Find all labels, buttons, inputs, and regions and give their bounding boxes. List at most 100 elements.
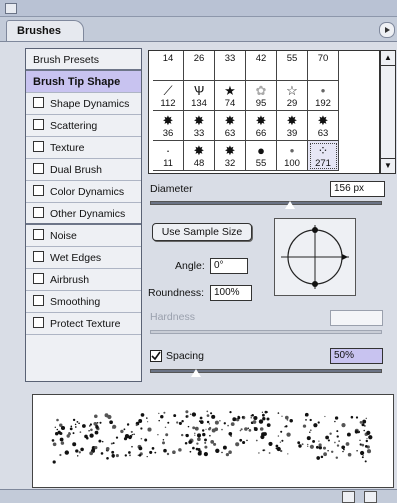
- sidebar-item-label: Shape Dynamics: [50, 98, 130, 110]
- sidebar-item-shape-dynamics[interactable]: Shape Dynamics: [26, 93, 141, 115]
- preview-dot: [366, 449, 372, 454]
- sidebar-item-dual-brush[interactable]: Dual Brush: [26, 159, 141, 181]
- preview-dot: [188, 440, 193, 444]
- preview-dot: [246, 439, 248, 442]
- roundness-field[interactable]: 100%: [210, 285, 252, 301]
- preview-dot: [325, 435, 329, 440]
- sidebar-item-noise[interactable]: Noise: [26, 225, 141, 247]
- option-checkbox[interactable]: [33, 295, 44, 306]
- option-checkbox[interactable]: [33, 141, 44, 152]
- preview-dot: [99, 421, 102, 424]
- checkmark-icon: [151, 351, 161, 361]
- preview-dot: [124, 434, 130, 439]
- sidebar-item-scattering[interactable]: Scattering: [26, 115, 141, 137]
- brush-preset-cell[interactable]: ⟋ 112: [153, 81, 184, 111]
- tab-brushes[interactable]: Brushes: [6, 20, 84, 41]
- sidebar-item-texture[interactable]: Texture: [26, 137, 141, 159]
- sidebar-item-label: Brush Presets: [33, 54, 99, 66]
- brush-preset-cell[interactable]: ★ 74: [215, 81, 246, 111]
- sidebar-item-brush-presets[interactable]: Brush Presets: [26, 49, 141, 71]
- diameter-slider-track[interactable]: [150, 201, 382, 205]
- option-checkbox[interactable]: [33, 119, 44, 130]
- trash-icon[interactable]: [364, 491, 377, 503]
- spacing-slider-thumb[interactable]: [191, 369, 201, 377]
- preview-dot: [368, 435, 373, 440]
- scatter-icon: ✸: [224, 113, 236, 128]
- bottom-bar: [0, 489, 397, 503]
- diameter-field[interactable]: 156 px: [330, 181, 385, 197]
- preview-dot: [262, 413, 265, 417]
- brush-preset-cell[interactable]: 42: [246, 51, 277, 81]
- brush-preset-cell[interactable]: ☆ 29: [277, 81, 308, 111]
- brush-preset-cell[interactable]: 26: [184, 51, 215, 81]
- preview-dot: [94, 430, 99, 435]
- brush-preset-cell[interactable]: ✸ 39: [277, 111, 308, 141]
- option-checkbox[interactable]: [33, 251, 44, 262]
- sidebar-item-airbrush[interactable]: Airbrush: [26, 269, 141, 291]
- preview-dot: [101, 440, 104, 443]
- option-checkbox[interactable]: [33, 97, 44, 108]
- scroll-up-icon[interactable]: ▲: [381, 51, 395, 66]
- brush-preset-cell[interactable]: ✸ 63: [308, 111, 339, 141]
- preview-dot: [106, 456, 109, 460]
- option-checkbox[interactable]: [33, 273, 44, 284]
- angle-field[interactable]: 0°: [210, 258, 248, 274]
- option-checkbox[interactable]: [33, 207, 44, 218]
- scroll-down-icon[interactable]: ▼: [381, 158, 395, 173]
- brush-preset-cell[interactable]: ✸ 32: [215, 141, 246, 171]
- brush-preset-cell[interactable]: ✸ 48: [184, 141, 215, 171]
- scatter-icon: ✸: [224, 143, 236, 158]
- brush-preset-cell[interactable]: Ѱ 134: [184, 81, 215, 111]
- preview-dot: [112, 424, 117, 429]
- close-icon[interactable]: [5, 3, 17, 14]
- diameter-slider-thumb[interactable]: [285, 201, 296, 209]
- preview-dot: [151, 447, 155, 450]
- panel-menu-icon[interactable]: [379, 22, 395, 38]
- sidebar-item-color-dynamics[interactable]: Color Dynamics: [26, 181, 141, 203]
- brush-preset-cell[interactable]: • 192: [308, 81, 339, 111]
- brush-preset-cell[interactable]: ✸ 36: [153, 111, 184, 141]
- brush-preset-cell[interactable]: • 100: [277, 141, 308, 171]
- spacing-slider-track[interactable]: [150, 369, 382, 373]
- sidebar-item-wet-edges[interactable]: Wet Edges: [26, 247, 141, 269]
- brush-preset-cell[interactable]: ✿ 95: [246, 81, 277, 111]
- option-checkbox[interactable]: [33, 163, 44, 174]
- preview-dot: [289, 418, 293, 423]
- sidebar-item-smoothing[interactable]: Smoothing: [26, 291, 141, 313]
- brush-preset-grid[interactable]: 14 26 33 42 55 70 ⟋ 112 Ѱ 134 ★ 74 ✿ 95 ☆ 29 • 192 ✸ 36 ✸ 33 ✸…: [148, 50, 380, 174]
- brush-preset-cell[interactable]: · 11: [153, 141, 184, 171]
- brush-preset-cell[interactable]: ✸ 63: [215, 111, 246, 141]
- preview-dot: [279, 441, 282, 443]
- sidebar-item-label: Wet Edges: [50, 252, 102, 264]
- option-checkbox[interactable]: [33, 317, 44, 328]
- preview-dot: [78, 422, 80, 425]
- brush-preset-cell[interactable]: ✸ 33: [184, 111, 215, 141]
- preview-dot: [242, 440, 246, 445]
- preview-dot: [361, 456, 364, 459]
- brush-preset-cell[interactable]: ● 55: [246, 141, 277, 171]
- preview-dot: [181, 419, 184, 423]
- preview-dot: [185, 410, 189, 414]
- brush-grid-scrollbar[interactable]: ▲ ▼: [380, 50, 396, 174]
- preview-dot: [206, 420, 210, 424]
- new-brush-icon[interactable]: [342, 491, 355, 503]
- brush-preset-cell[interactable]: 55: [277, 51, 308, 81]
- brush-preset-cell[interactable]: 33: [215, 51, 246, 81]
- preview-dot: [307, 445, 309, 448]
- sidebar-item-brush-tip-shape[interactable]: Brush Tip Shape: [26, 71, 141, 93]
- sidebar-item-other-dynamics[interactable]: Other Dynamics: [26, 203, 141, 225]
- angle-roundness-widget[interactable]: [274, 218, 356, 296]
- use-sample-size-button[interactable]: Use Sample Size: [152, 223, 252, 241]
- spacing-checkbox[interactable]: [150, 350, 162, 362]
- spacing-field[interactable]: 50%: [330, 348, 383, 364]
- option-checkbox[interactable]: [33, 229, 44, 240]
- preview-dot: [185, 415, 188, 418]
- brush-preset-cell[interactable]: 14: [153, 51, 184, 81]
- brush-preset-cell[interactable]: 70: [308, 51, 339, 81]
- sidebar-item-label: Brush Tip Shape: [33, 76, 121, 88]
- preview-dot: [115, 454, 119, 458]
- brush-preset-cell[interactable]: ⁘ 271: [308, 141, 339, 171]
- option-checkbox[interactable]: [33, 185, 44, 196]
- brush-preset-cell[interactable]: ✸ 66: [246, 111, 277, 141]
- sidebar-item-protect-texture[interactable]: Protect Texture: [26, 313, 141, 335]
